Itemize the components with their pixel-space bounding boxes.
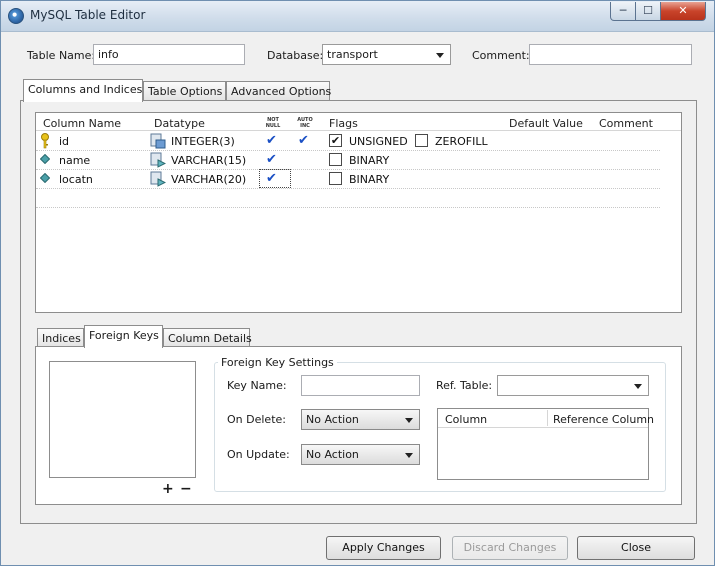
tab-advanced-options[interactable]: Advanced Options (226, 81, 331, 101)
remove-foreign-key-button[interactable]: − (180, 481, 192, 497)
key-name-label: Key Name: (227, 379, 287, 392)
row-id-zerofill-label: ZEROFILL (435, 135, 488, 148)
header-datatype: Datatype (154, 117, 205, 130)
datatype-icon (150, 171, 166, 187)
table-name-input[interactable]: info (93, 44, 245, 65)
row-divider (36, 207, 660, 208)
row-name-datatype[interactable]: VARCHAR(15) (171, 154, 246, 167)
tab-table-options[interactable]: Table Options (143, 81, 226, 101)
row-id-datatype[interactable]: INTEGER(3) (171, 135, 235, 148)
mysql-app-icon (8, 8, 24, 24)
row-id-unsigned-checkbox[interactable]: ✔ (329, 134, 342, 147)
row-name-binary-checkbox[interactable] (329, 153, 342, 166)
tab-foreign-keys[interactable]: Foreign Keys (84, 325, 163, 348)
ref-grid-header-divider (547, 410, 548, 426)
row-locatn-name[interactable]: locatn (59, 173, 93, 186)
row-divider (36, 150, 660, 151)
add-foreign-key-button[interactable]: + (162, 481, 174, 497)
key-name-input[interactable] (301, 375, 420, 396)
ref-table-label: Ref. Table: (436, 379, 493, 392)
tab-column-details[interactable]: Column Details (163, 328, 252, 348)
on-update-select[interactable]: No Action (301, 444, 420, 465)
table-editor-window: MySQL Table Editor ─ ☐ ✕ Table Name: inf… (0, 0, 715, 566)
row-id-name[interactable]: id (59, 135, 69, 148)
database-select[interactable]: transport (322, 44, 451, 65)
chevron-down-icon (634, 384, 642, 389)
chevron-down-icon (405, 418, 413, 423)
chevron-down-icon (436, 53, 444, 58)
row-id-auto-inc-check[interactable]: ✔ (298, 134, 309, 148)
row-id-not-null-check[interactable]: ✔ (266, 134, 277, 148)
row-locatn-binary-checkbox[interactable] (329, 172, 342, 185)
table-name-label: Table Name: (27, 49, 96, 62)
column-diamond-icon (40, 173, 50, 183)
title-bar[interactable]: MySQL Table Editor ─ ☐ ✕ (1, 1, 714, 32)
ref-table-select[interactable] (497, 375, 649, 396)
header-auto-inc-bottom: INC (300, 123, 310, 129)
database-select-value: transport (327, 48, 378, 61)
chevron-down-icon (405, 453, 413, 458)
header-not-null-bottom: NULL (265, 123, 281, 129)
ref-grid-header-line (438, 427, 648, 428)
row-divider (36, 188, 660, 189)
header-not-null: NOT NULL (263, 117, 283, 129)
close-button[interactable]: Close (577, 536, 695, 560)
database-label: Database: (267, 49, 324, 62)
close-window-button[interactable]: ✕ (660, 2, 706, 21)
ref-grid-header-reference-column: Reference Column (553, 413, 655, 426)
header-flags: Flags (329, 117, 358, 130)
row-locatn-not-null-check[interactable]: ✔ (266, 172, 277, 186)
comment-label: Comment: (472, 49, 530, 62)
row-divider (36, 169, 660, 170)
comment-input[interactable] (529, 44, 692, 65)
header-comment: Comment (599, 117, 653, 130)
foreign-key-settings-title: Foreign Key Settings (218, 356, 337, 369)
window-title: MySQL Table Editor (30, 8, 146, 22)
header-column-name: Column Name (43, 117, 122, 130)
minimize-button[interactable]: ─ (610, 2, 636, 21)
tab-indices[interactable]: Indices (37, 328, 84, 348)
header-auto-inc: AUTO INC (295, 117, 315, 129)
datatype-icon (150, 152, 166, 168)
column-diamond-icon (40, 154, 50, 164)
row-locatn-datatype[interactable]: VARCHAR(20) (171, 173, 246, 186)
ref-grid-header-column: Column (445, 413, 488, 426)
discard-changes-button[interactable]: Discard Changes (452, 536, 568, 560)
row-locatn-binary-label: BINARY (349, 173, 390, 186)
row-name-not-null-check[interactable]: ✔ (266, 153, 277, 167)
datatype-icon (150, 133, 166, 149)
foreign-keys-list[interactable] (49, 361, 196, 478)
header-divider (36, 130, 681, 131)
on-update-label: On Update: (227, 448, 290, 461)
row-id-zerofill-checkbox[interactable] (415, 134, 428, 147)
on-delete-select[interactable]: No Action (301, 409, 420, 430)
row-name-binary-label: BINARY (349, 154, 390, 167)
on-delete-label: On Delete: (227, 413, 286, 426)
row-id-unsigned-label: UNSIGNED (349, 135, 408, 148)
on-delete-select-value: No Action (306, 413, 359, 426)
row-name-name[interactable]: name (59, 154, 90, 167)
maximize-button[interactable]: ☐ (635, 2, 661, 21)
on-update-select-value: No Action (306, 448, 359, 461)
header-default-value: Default Value (509, 117, 583, 130)
tab-columns-and-indices[interactable]: Columns and Indices (23, 79, 143, 102)
apply-changes-button[interactable]: Apply Changes (326, 536, 441, 560)
primary-key-icon (41, 133, 49, 149)
